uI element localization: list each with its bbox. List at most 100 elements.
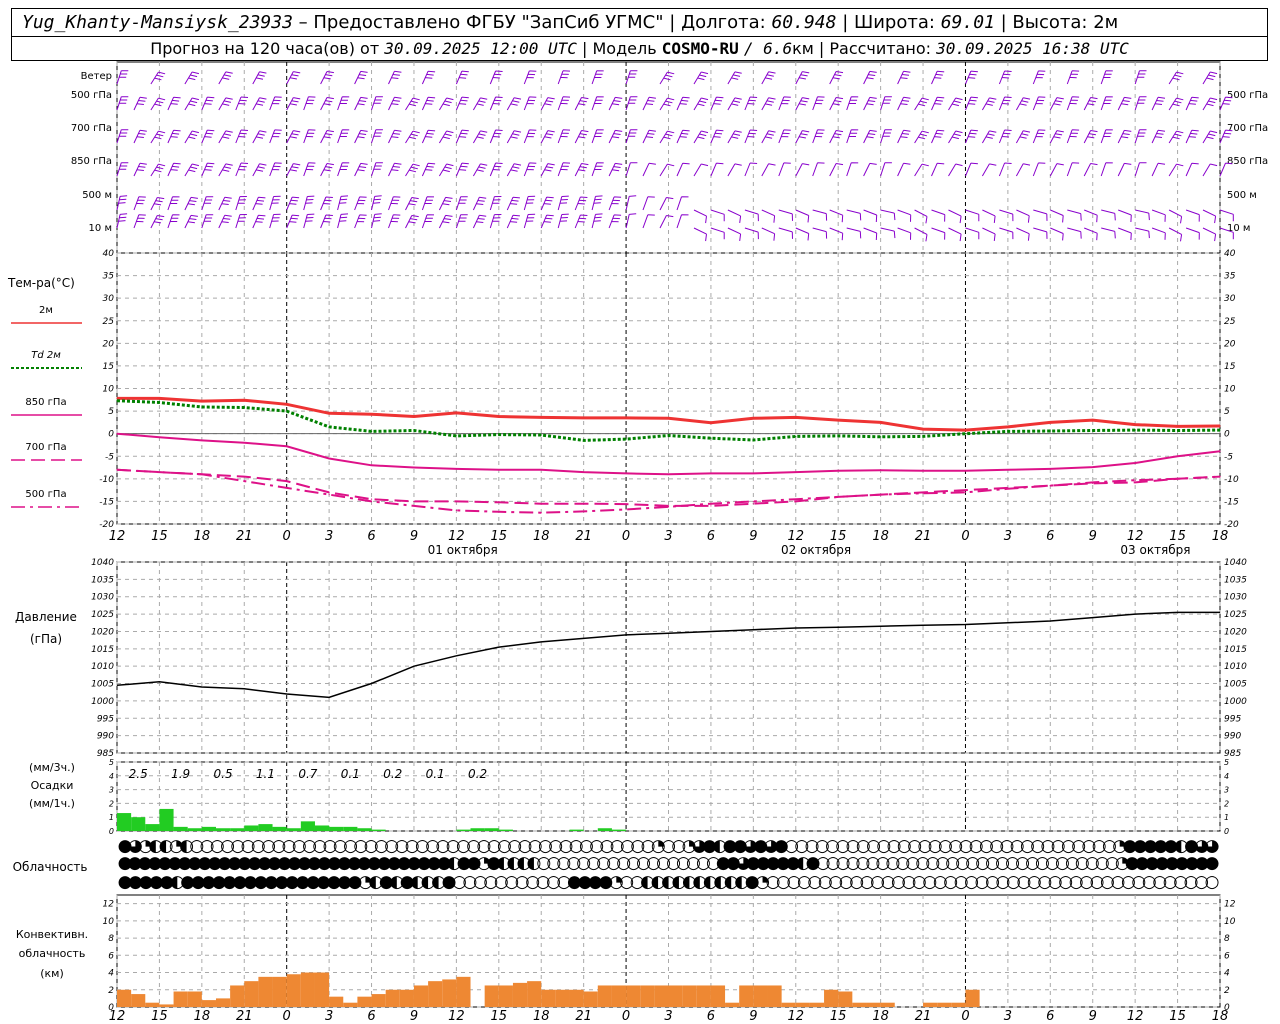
wind-barb <box>421 129 436 144</box>
wind-barb <box>388 214 401 229</box>
precipitation-panel: 0 0 1 1 2 2 3 3 4 4 5 5 (мм/3ч.) Осадки (мм/1ч.) 2.5 1.9… <box>29 758 1229 836</box>
time-tick-label-bottom: 21 <box>915 1009 932 1024</box>
wind-barb <box>1015 97 1031 111</box>
wind-barb <box>778 162 791 177</box>
wind-barb <box>1134 70 1147 85</box>
wind-barb <box>1134 96 1147 111</box>
precip-panel-ytick-left: 4 <box>109 772 114 781</box>
temp-panel-ytick-left: -15 <box>99 497 114 507</box>
conv-panel-ytick-left: 10 <box>103 917 115 927</box>
wind-barb <box>116 213 128 229</box>
wind-barb <box>591 129 604 144</box>
wind-barb <box>1067 227 1082 239</box>
wind-barb <box>201 129 215 144</box>
wind-barb <box>998 70 1012 85</box>
temp-panel-ytick-left: 25 <box>103 317 115 327</box>
wind-barb <box>388 96 402 111</box>
wind-barb <box>1050 227 1064 241</box>
conv-panel-ytick-right: 12 <box>1224 900 1236 910</box>
temp-series-point <box>1007 469 1009 471</box>
wind-barb <box>1066 70 1080 85</box>
conv-bar <box>838 991 853 1007</box>
wind-barb <box>337 129 350 144</box>
conv-bar <box>343 1002 358 1007</box>
wind-barb <box>795 97 810 111</box>
wind-barb <box>337 195 349 211</box>
conv-bar <box>145 1002 160 1007</box>
conv-bar <box>824 989 839 1007</box>
conv-bar <box>173 991 188 1007</box>
wind-barb <box>489 214 502 229</box>
precip-panel-ytick-left: 1 <box>109 813 114 822</box>
wind-barb <box>150 215 165 229</box>
wind-barb <box>523 96 537 111</box>
wind-barb <box>354 214 367 229</box>
wind-barb <box>829 71 844 85</box>
wind-barb <box>1168 163 1184 177</box>
time-tick-label: 15 <box>1169 529 1186 544</box>
wind-barb <box>693 163 709 177</box>
time-tick-label: 12 <box>448 529 465 544</box>
temp-series-point <box>1134 424 1136 426</box>
temp-series-point <box>583 503 585 505</box>
temp-panel-ytick-right: 40 <box>1224 249 1236 259</box>
wind-barb <box>167 196 180 211</box>
wind-barb <box>829 227 844 241</box>
wind-barb <box>320 71 334 85</box>
temp-legend-label: 850 гПа <box>25 397 66 408</box>
precip-3h-total: 0.1 <box>426 767 445 781</box>
precip-bar <box>456 829 471 831</box>
wind-barb <box>472 130 488 144</box>
wind-barb <box>354 70 368 85</box>
temp-series-point <box>1092 481 1094 484</box>
conv-bar <box>668 985 683 1007</box>
wind-barb <box>965 129 978 144</box>
time-tick-label-bottom: 3 <box>664 1009 672 1024</box>
temp-series-point <box>964 470 967 472</box>
precip-panel-ytick-left: 5 <box>109 758 114 767</box>
wind-barb <box>388 70 402 85</box>
precip-bar <box>145 824 160 831</box>
conv-bar <box>739 985 754 1007</box>
conv-bar <box>201 1000 216 1007</box>
precip-3h-total: 1.1 <box>256 767 275 781</box>
wind-barb <box>371 195 382 211</box>
wind-barb <box>167 96 181 111</box>
time-tick-label-bottom: 0 <box>622 1009 630 1024</box>
conv-bar <box>159 1004 174 1007</box>
wind-barb <box>880 162 892 177</box>
pressure-panel-ytick-left: 1030 <box>91 593 114 603</box>
wind-barb <box>523 70 537 85</box>
precip-bar <box>159 808 174 831</box>
wind-barb <box>337 162 350 177</box>
time-tick-label: 6 <box>1046 529 1054 544</box>
wind-barb <box>693 130 709 144</box>
temp-series-point <box>1049 468 1051 470</box>
temp-series-point <box>116 400 118 402</box>
wind-barb <box>642 196 655 211</box>
wind-barb <box>405 215 419 229</box>
wind-barb <box>133 196 146 211</box>
wind-barb <box>184 97 200 111</box>
conv-bar <box>626 985 641 1007</box>
pressure-panel-ytick-left: 1020 <box>91 627 114 637</box>
conv-bar <box>597 985 612 1007</box>
precip-3h-total: 0.7 <box>298 767 317 781</box>
wind-barb <box>659 215 674 229</box>
conv-bar <box>725 1002 740 1007</box>
temp-series-point <box>158 471 161 473</box>
conv-bar <box>852 1002 867 1007</box>
wind-barb <box>659 197 674 211</box>
pressure-panel-ytick-right: 1035 <box>1224 575 1247 585</box>
wind-barb <box>557 96 571 111</box>
wind-barb <box>116 96 129 111</box>
wind-barb <box>948 163 963 177</box>
temp-series-point <box>583 439 585 442</box>
date-label: 02 октября <box>781 543 851 557</box>
wind-barb <box>557 195 569 211</box>
precip-panel-ytick-right: 4 <box>1224 772 1229 781</box>
wind-barb <box>880 209 896 221</box>
conv-bar <box>512 982 528 1007</box>
precip-bar <box>117 813 132 831</box>
conv-bar <box>314 972 330 1007</box>
